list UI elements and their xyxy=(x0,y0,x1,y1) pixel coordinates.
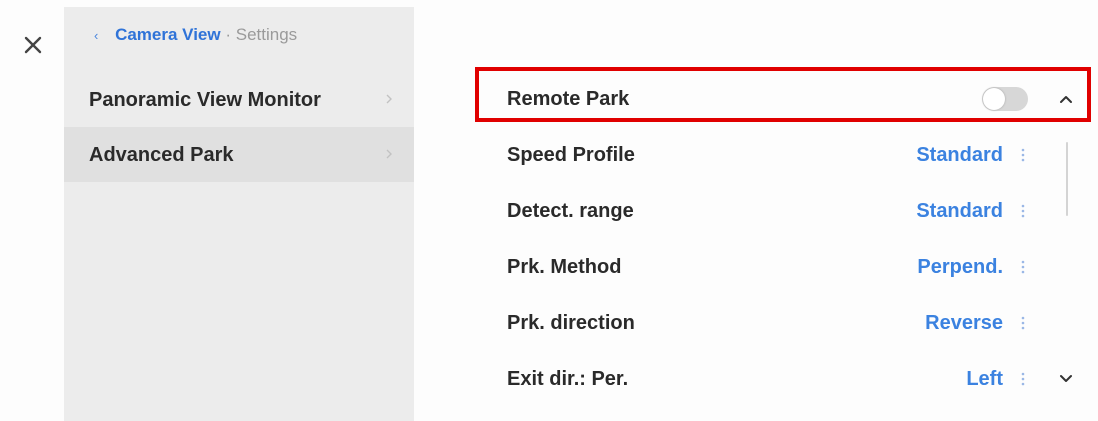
chevron-down-icon[interactable] xyxy=(1058,373,1074,385)
breadcrumb-separator: · xyxy=(225,25,232,44)
breadcrumb: ‹ Camera View · Settings xyxy=(94,25,297,45)
setting-row-exit-dir[interactable]: Exit dir.: Per. Left xyxy=(480,351,1040,407)
sidebar-item-panoramic-view-monitor[interactable]: Panoramic View Monitor xyxy=(64,72,414,127)
more-vertical-icon[interactable] xyxy=(1020,259,1026,275)
speed-profile-label: Speed Profile xyxy=(507,144,635,166)
close-icon xyxy=(24,36,42,54)
scrollbar[interactable] xyxy=(1066,142,1068,216)
exit-dir-label: Exit dir.: Per. xyxy=(507,368,629,390)
more-vertical-icon[interactable] xyxy=(1020,147,1026,163)
toggle-knob xyxy=(983,88,1005,110)
setting-row-prk-method[interactable]: Prk. Method Perpend. xyxy=(480,239,1040,295)
chevron-right-icon xyxy=(386,149,392,159)
more-vertical-icon[interactable] xyxy=(1020,315,1026,331)
sidebar-item-label: Panoramic View Monitor xyxy=(89,89,321,111)
setting-row-detect-range[interactable]: Detect. range Standard xyxy=(480,183,1040,239)
prk-direction-value[interactable]: Reverse xyxy=(925,312,1003,335)
breadcrumb-current: Settings xyxy=(235,25,298,44)
prk-method-value[interactable]: Perpend. xyxy=(917,256,1003,279)
detect-range-value[interactable]: Standard xyxy=(916,200,1003,223)
sidebar: ‹ Camera View · Settings Panoramic View … xyxy=(64,7,414,421)
speed-profile-value[interactable]: Standard xyxy=(916,144,1003,167)
detect-range-label: Detect. range xyxy=(507,200,634,222)
more-vertical-icon[interactable] xyxy=(1020,203,1026,219)
sidebar-item-advanced-park[interactable]: Advanced Park xyxy=(64,127,414,182)
setting-row-speed-profile[interactable]: Speed Profile Standard xyxy=(480,127,1040,183)
prk-method-label: Prk. Method xyxy=(507,256,622,278)
breadcrumb-link-camera-view[interactable]: Camera View xyxy=(115,25,221,44)
setting-row-remote-park: Remote Park xyxy=(480,71,1040,127)
chevron-right-icon xyxy=(386,94,392,104)
remote-park-label: Remote Park xyxy=(507,88,630,110)
prk-direction-label: Prk. direction xyxy=(507,312,635,334)
sidebar-item-label: Advanced Park xyxy=(89,144,234,166)
more-vertical-icon[interactable] xyxy=(1020,371,1026,387)
remote-park-toggle[interactable] xyxy=(982,87,1028,111)
exit-dir-value[interactable]: Left xyxy=(966,368,1003,391)
close-button[interactable] xyxy=(18,30,48,60)
chevron-left-icon[interactable]: ‹ xyxy=(94,28,98,43)
setting-row-prk-direction[interactable]: Prk. direction Reverse xyxy=(480,295,1040,351)
chevron-up-icon[interactable] xyxy=(1058,93,1074,105)
